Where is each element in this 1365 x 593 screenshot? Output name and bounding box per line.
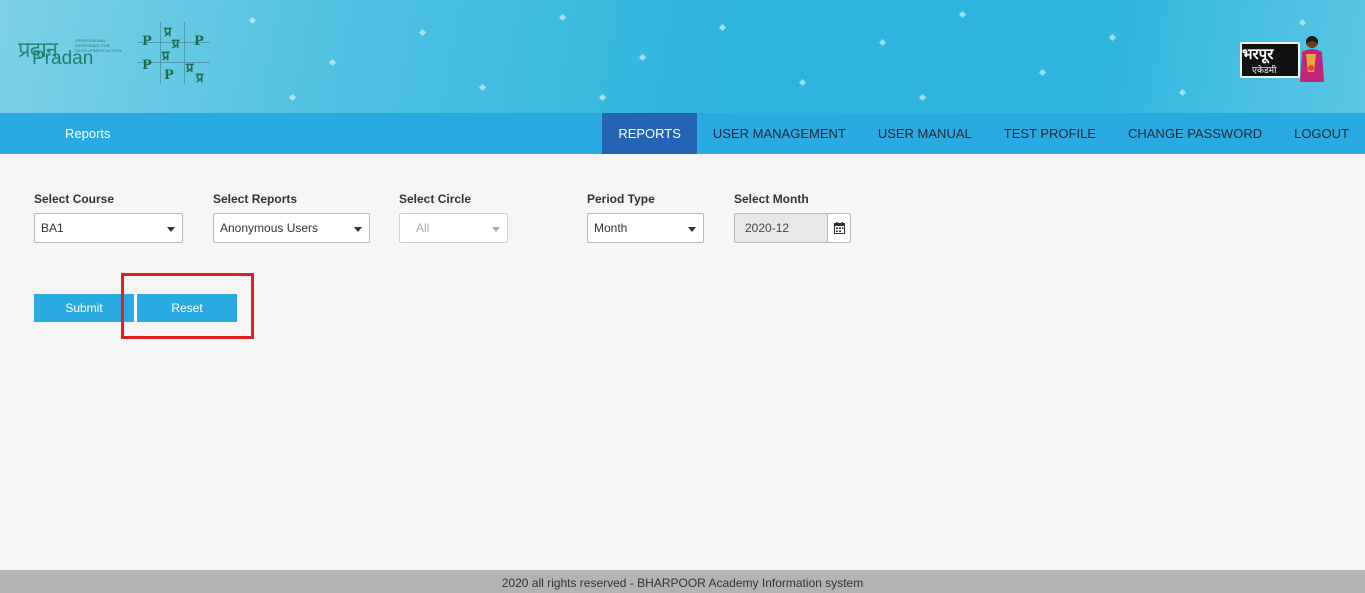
nav-item-user-management[interactable]: USER MANAGEMENT [697, 113, 862, 154]
course-select-value: BA1 [41, 221, 64, 235]
bharpoor-logo-word: भरपूर [1242, 45, 1274, 63]
circle-select-value: All [416, 221, 430, 235]
grid-logo-letter: P [164, 68, 174, 83]
grid-logo-letter: प्र [172, 37, 180, 52]
chevron-down-icon [492, 227, 500, 232]
pradan-grid-logo: प्र P प्र P प्र P प्र P प्र [138, 22, 210, 86]
month-input[interactable]: 2020-12 [734, 213, 851, 243]
bharpoor-logo-sub: एकेडमी [1252, 65, 1277, 75]
nav-item-reports[interactable]: REPORTS [602, 113, 697, 154]
nav-item-logout[interactable]: LOGOUT [1278, 113, 1365, 154]
reports-label: Select Reports [213, 192, 298, 206]
chevron-down-icon [688, 227, 696, 232]
period-type-value: Month [594, 221, 628, 235]
footer: 2020 all rights reserved - BHARPOOR Acad… [0, 570, 1365, 593]
footer-text: 2020 all rights reserved - BHARPOOR Acad… [501, 576, 864, 590]
chevron-down-icon [354, 227, 362, 232]
teacher-figure-icon [1300, 36, 1324, 82]
circle-select[interactable]: All [399, 213, 508, 243]
grid-logo-letter: P [194, 34, 204, 49]
reports-select-value: Anonymous Users [220, 221, 319, 235]
submit-button[interactable]: Submit [34, 294, 134, 322]
reset-highlight-box [121, 273, 254, 339]
pradan-logo-tagline: PROFESSIONAL ASSISTANCE FOR DEVELOPMENT … [75, 38, 122, 53]
course-select[interactable]: BA1 [34, 213, 183, 243]
calendar-button[interactable] [827, 214, 850, 242]
grid-logo-letter: प्र [164, 25, 172, 40]
header-banner: प्रदान Pradan PROFESSIONAL ASSISTANCE FO… [0, 0, 1365, 113]
nav-item-user-manual[interactable]: USER MANUAL [862, 113, 988, 154]
period-type-label: Period Type [587, 192, 655, 206]
month-label: Select Month [734, 192, 809, 206]
navbar-brand[interactable]: Reports [65, 113, 111, 154]
reports-select[interactable]: Anonymous Users [213, 213, 370, 243]
nav-item-test-profile[interactable]: TEST PROFILE [988, 113, 1112, 154]
chevron-down-icon [167, 227, 175, 232]
bharpoor-academy-logo: भरपूर एकेडमी [1238, 32, 1330, 82]
calendar-icon [834, 222, 845, 234]
grid-logo-letter: प्र [196, 71, 204, 86]
circle-label: Select Circle [399, 192, 472, 206]
grid-logo-letter: P [142, 34, 152, 49]
month-input-value: 2020-12 [745, 221, 790, 235]
grid-logo-letter: P [142, 58, 152, 73]
period-type-select[interactable]: Month [587, 213, 704, 243]
nav-menu: REPORTS USER MANAGEMENT USER MANUAL TEST… [602, 113, 1365, 154]
top-navbar: Reports REPORTS USER MANAGEMENT USER MAN… [0, 113, 1365, 154]
grid-logo-letter: प्र [186, 61, 194, 76]
course-label: Select Course [34, 192, 115, 206]
pradan-logo: प्रदान Pradan PROFESSIONAL ASSISTANCE FO… [18, 34, 130, 74]
nav-item-change-password[interactable]: CHANGE PASSWORD [1112, 113, 1278, 154]
grid-logo-letter: प्र [162, 49, 170, 64]
